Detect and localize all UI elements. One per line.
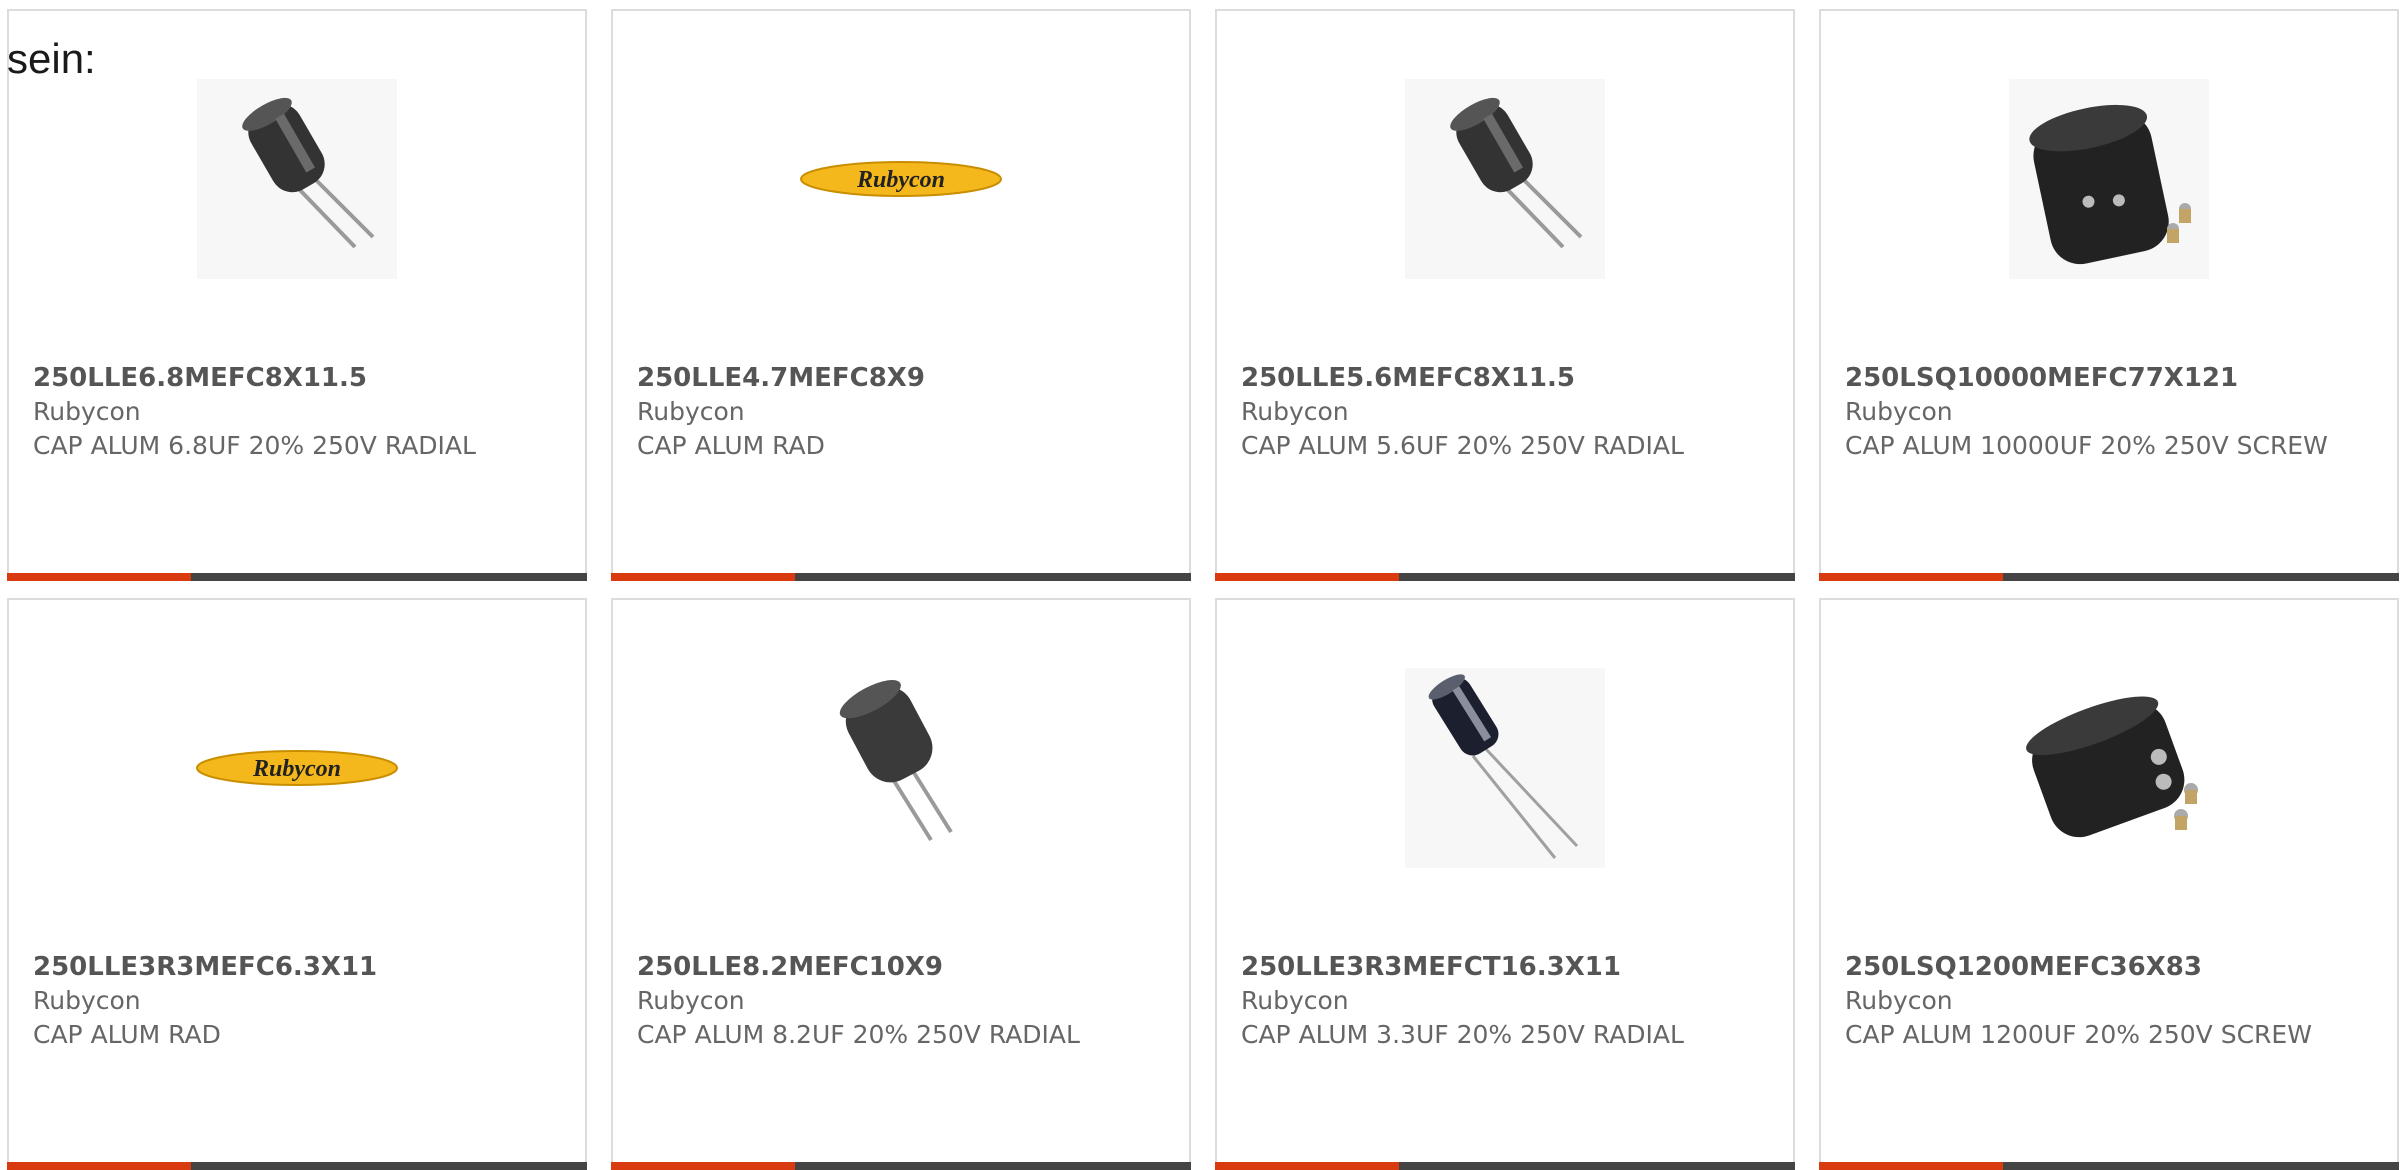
svg-text:Rubycon: Rubycon	[252, 756, 341, 782]
description: CAP ALUM RAD	[33, 1020, 221, 1049]
card-bar-accent	[611, 573, 795, 581]
manufacturer: Rubycon	[1845, 986, 1953, 1015]
description: CAP ALUM RAD	[637, 431, 825, 460]
card-bar	[7, 1162, 587, 1170]
product-image[interactable]	[1217, 668, 1793, 868]
svg-text:Rubycon: Rubycon	[856, 167, 945, 193]
part-number[interactable]: 250LLE5.6MEFC8X11.5	[1241, 363, 1575, 393]
part-number[interactable]: 250LSQ10000MEFC77X121	[1845, 363, 2238, 393]
product-card[interactable]: 250LLE5.6MEFC8X11.5 Rubycon CAP ALUM 5.6…	[1215, 9, 1795, 581]
product-card[interactable]: Rubycon 250LLE3R3MEFC6.3X11 Rubycon CAP …	[7, 598, 587, 1170]
card-bar	[611, 573, 1191, 581]
rubycon-logo-image: Rubycon	[196, 750, 398, 786]
description: CAP ALUM 6.8UF 20% 250V RADIAL	[33, 431, 476, 460]
rubycon-logo-image: Rubycon	[800, 161, 1002, 197]
description: CAP ALUM 3.3UF 20% 250V RADIAL	[1241, 1020, 1684, 1049]
manufacturer: Rubycon	[33, 986, 141, 1015]
blue-capacitor-image	[1405, 668, 1605, 868]
screw-capacitor-image	[2009, 668, 2209, 868]
product-image[interactable]	[9, 79, 585, 279]
card-bar-accent	[1215, 573, 1399, 581]
description: CAP ALUM 5.6UF 20% 250V RADIAL	[1241, 431, 1684, 460]
card-bar	[7, 573, 587, 581]
small-capacitor-image	[1405, 79, 1605, 279]
manufacturer: Rubycon	[1241, 986, 1349, 1015]
manufacturer: Rubycon	[33, 397, 141, 426]
card-bar-accent	[7, 1162, 191, 1170]
small-capacitor-image	[197, 79, 397, 279]
part-number[interactable]: 250LLE6.8MEFC8X11.5	[33, 363, 367, 393]
card-bar	[1215, 573, 1795, 581]
part-number[interactable]: 250LLE8.2MEFC10X9	[637, 952, 943, 982]
part-number[interactable]: 250LLE3R3MEFC6.3X11	[33, 952, 377, 982]
manufacturer: Rubycon	[1241, 397, 1349, 426]
product-card[interactable]: Rubycon 250LLE4.7MEFC8X9 Rubycon CAP ALU…	[611, 9, 1191, 581]
product-card[interactable]: 250LLE3R3MEFCT16.3X11 Rubycon CAP ALUM 3…	[1215, 598, 1795, 1170]
card-bar	[1819, 1162, 2399, 1170]
description: CAP ALUM 1200UF 20% 250V SCREW	[1845, 1020, 2312, 1049]
product-image[interactable]: Rubycon	[613, 79, 1189, 279]
product-card[interactable]: 250LSQ1200MEFC36X83 Rubycon CAP ALUM 120…	[1819, 598, 2399, 1170]
part-number[interactable]: 250LSQ1200MEFC36X83	[1845, 952, 2202, 982]
card-bar-accent	[1215, 1162, 1399, 1170]
product-image[interactable]	[1821, 79, 2397, 279]
product-card[interactable]: 250LSQ10000MEFC77X121 Rubycon CAP ALUM 1…	[1819, 9, 2399, 581]
card-bar	[611, 1162, 1191, 1170]
part-number[interactable]: 250LLE4.7MEFC8X9	[637, 363, 925, 393]
card-bar-accent	[1819, 573, 2003, 581]
product-image[interactable]	[613, 668, 1189, 868]
description: CAP ALUM 8.2UF 20% 250V RADIAL	[637, 1020, 1080, 1049]
card-bar-accent	[7, 573, 191, 581]
screw-capacitor-image	[2009, 79, 2209, 279]
card-bar	[1215, 1162, 1795, 1170]
product-image[interactable]: Rubycon	[9, 668, 585, 868]
small-capacitor-image	[801, 668, 1001, 868]
product-image[interactable]	[1821, 668, 2397, 868]
card-bar	[1819, 573, 2399, 581]
description: CAP ALUM 10000UF 20% 250V SCREW	[1845, 431, 2328, 460]
card-bar-accent	[1819, 1162, 2003, 1170]
manufacturer: Rubycon	[1845, 397, 1953, 426]
manufacturer: Rubycon	[637, 986, 745, 1015]
manufacturer: Rubycon	[637, 397, 745, 426]
product-card[interactable]: 250LLE8.2MEFC10X9 Rubycon CAP ALUM 8.2UF…	[611, 598, 1191, 1170]
product-card[interactable]: 250LLE6.8MEFC8X11.5 Rubycon CAP ALUM 6.8…	[7, 9, 587, 581]
card-bar-accent	[611, 1162, 795, 1170]
product-image[interactable]	[1217, 79, 1793, 279]
part-number[interactable]: 250LLE3R3MEFCT16.3X11	[1241, 952, 1621, 982]
lead-text: sein:	[7, 35, 96, 82]
